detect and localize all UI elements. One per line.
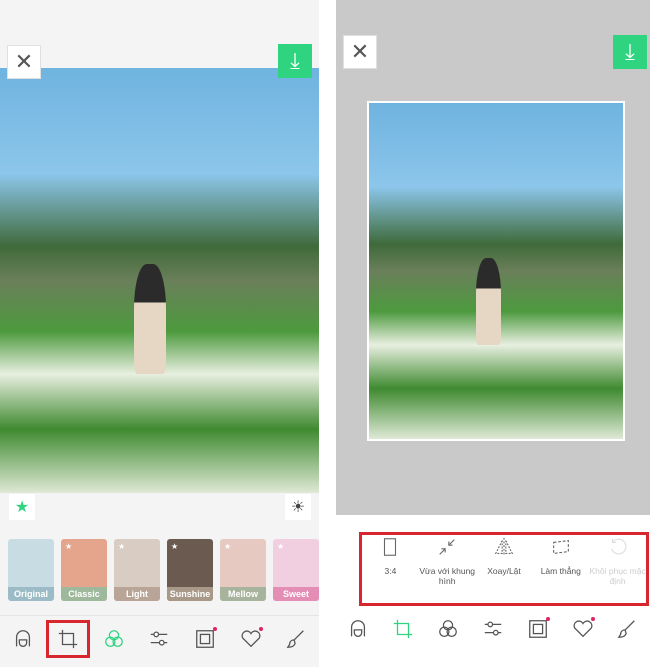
rotate-flip-icon: [494, 537, 514, 557]
download-button[interactable]: ⤓: [278, 44, 312, 78]
filter-original[interactable]: Original: [8, 539, 54, 601]
star-icon: ★: [224, 542, 232, 551]
crop-highlight: [46, 620, 90, 658]
adjust-tab[interactable]: [145, 625, 173, 653]
right-crop-screen: ✕ ⤓ 3:4 Vừa với khung hình Xoay/Lật Làm thẳ…: [336, 0, 650, 667]
adjust-icon: [484, 621, 502, 636]
filter-label: Sunshine: [167, 587, 213, 601]
notification-dot: [545, 617, 550, 621]
frame-icon: [528, 620, 547, 638]
star-icon: ★: [277, 542, 285, 551]
tool-reset[interactable]: Khôi phục mặc định: [589, 536, 646, 586]
filter-label: Sweet: [273, 587, 319, 601]
filter-sweet[interactable]: ★ Sweet: [273, 539, 319, 601]
star-icon: ★: [65, 542, 73, 551]
filter-classic[interactable]: ★ Classic: [61, 539, 107, 601]
tool-label: Làm thẳng: [540, 566, 581, 576]
face-icon: [15, 630, 30, 647]
filter-label: Original: [8, 587, 54, 601]
brush-tab[interactable]: [282, 625, 310, 653]
frame-tab[interactable]: [524, 615, 552, 643]
brush-icon: [286, 630, 304, 648]
tool-aspect-ratio[interactable]: 3:4: [362, 536, 419, 586]
notification-dot: [258, 627, 263, 631]
straighten-icon: [552, 539, 569, 555]
filter-sunshine[interactable]: ★ Sunshine: [167, 539, 213, 601]
filter-label: Classic: [61, 587, 107, 601]
filter-label: Light: [114, 587, 160, 601]
sticker-icon: [241, 630, 261, 648]
filter-tab[interactable]: [100, 625, 128, 653]
tool-straighten[interactable]: Làm thẳng: [532, 536, 589, 586]
filter-mellow[interactable]: ★ Mellow: [220, 539, 266, 601]
photo: [0, 68, 319, 493]
adjust-icon: [151, 631, 168, 646]
tool-label: Khôi phục mặc định: [589, 566, 646, 586]
filter-label: Mellow: [220, 587, 266, 601]
sticker-tab[interactable]: [237, 625, 265, 653]
aspect-ratio-icon: [384, 538, 397, 556]
photo-crop[interactable]: [367, 101, 625, 441]
download-button[interactable]: ⤓: [613, 35, 647, 69]
face-icon: [351, 620, 366, 637]
filter-icon: [439, 620, 458, 637]
left-editor-screen: ✕ ⤓ ★ ☀ Original ★ Classic ★ Light ★ Sunshine ★…: [0, 0, 319, 667]
face-tab[interactable]: [9, 625, 37, 653]
filter-light[interactable]: ★ Light: [114, 539, 160, 601]
fit-frame-icon: [439, 539, 455, 555]
notification-dot: [213, 627, 218, 631]
favorite-star-button[interactable]: ★: [9, 494, 35, 520]
tool-rotate-flip[interactable]: Xoay/Lật: [476, 536, 533, 586]
sticker-icon: [573, 620, 593, 638]
frame-tab[interactable]: [191, 625, 219, 653]
filter-icon: [105, 630, 123, 647]
crop-icon: [394, 619, 413, 639]
filter-tab[interactable]: [434, 615, 462, 643]
tool-label: 3:4: [384, 566, 397, 576]
star-icon: ★: [118, 542, 126, 551]
crop-tab[interactable]: [389, 615, 417, 643]
reset-icon: [610, 538, 626, 555]
brightness-button[interactable]: ☀: [285, 494, 311, 520]
notification-dot: [590, 617, 595, 621]
star-icon: ★: [171, 542, 179, 551]
close-button[interactable]: ✕: [343, 35, 377, 69]
close-button[interactable]: ✕: [7, 45, 41, 79]
divider: [0, 615, 319, 616]
sticker-tab[interactable]: [569, 615, 597, 643]
brush-icon: [618, 620, 636, 638]
tool-label: Vừa với khung hình: [419, 566, 476, 586]
brush-tab[interactable]: [613, 615, 641, 643]
face-tab[interactable]: [344, 615, 372, 643]
tool-label: Xoay/Lật: [487, 566, 521, 576]
frame-icon: [196, 630, 214, 648]
adjust-tab[interactable]: [479, 615, 507, 643]
tool-fit-frame[interactable]: Vừa với khung hình: [419, 536, 476, 586]
